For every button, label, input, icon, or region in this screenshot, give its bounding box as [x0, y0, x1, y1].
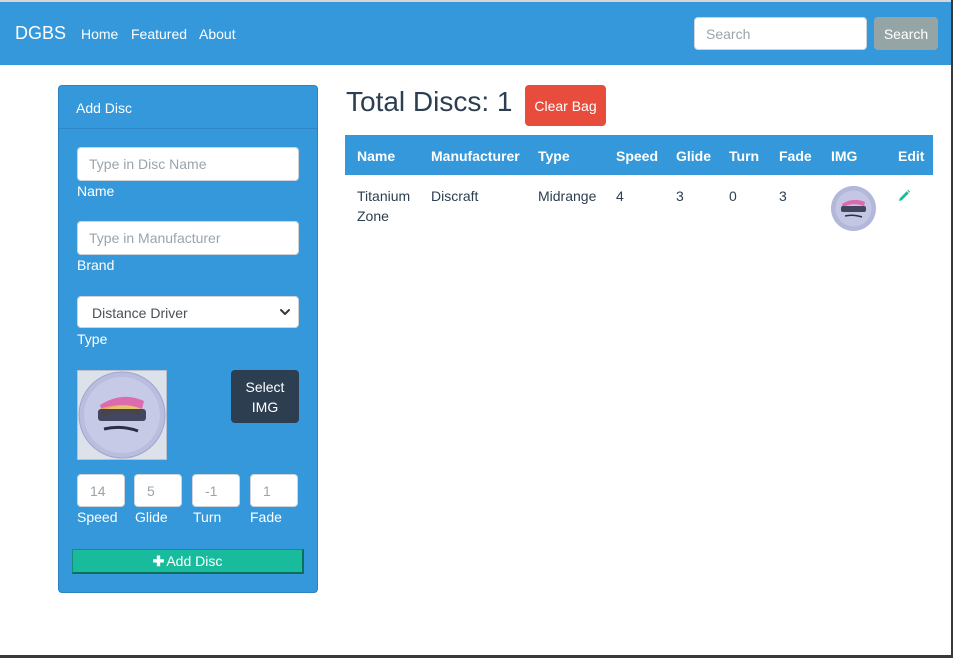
- cell-turn: 0: [729, 188, 737, 204]
- search-input[interactable]: [694, 17, 867, 50]
- cell-fade: 3: [779, 188, 787, 204]
- disc-image: [78, 371, 166, 459]
- turn-label: Turn: [193, 509, 222, 525]
- column-header-manufacturer: Manufacturer: [431, 148, 520, 164]
- pencil-icon[interactable]: [897, 189, 911, 203]
- nav-link-about[interactable]: About: [199, 26, 236, 42]
- search-button[interactable]: Search: [874, 17, 938, 50]
- disc-type-label: Type: [77, 331, 108, 347]
- nav-link-featured[interactable]: Featured: [131, 26, 187, 42]
- cell-manufacturer: Discraft: [431, 188, 479, 204]
- bag-table-header: Name Manufacturer Type Speed Glide Turn …: [345, 135, 933, 175]
- turn-input[interactable]: [192, 474, 240, 507]
- column-header-img: IMG: [831, 148, 858, 164]
- disc-preview-image: [77, 370, 167, 460]
- add-disc-panel: Add Disc Name Brand Distance Driver Type…: [58, 85, 318, 593]
- column-header-glide: Glide: [676, 148, 712, 164]
- cell-name-line1: Titanium: [357, 188, 411, 204]
- disc-name-label: Name: [77, 183, 115, 199]
- fade-input[interactable]: [250, 474, 298, 507]
- add-disc-panel-header: Add Disc: [59, 86, 317, 129]
- cell-speed: 4: [616, 188, 624, 204]
- fade-label: Fade: [250, 509, 282, 525]
- add-disc-button[interactable]: ✚ Add Disc: [72, 549, 304, 574]
- column-header-type: Type: [538, 148, 570, 164]
- disc-thumbnail-image: [831, 186, 876, 231]
- disc-type-selected-value: Distance Driver: [92, 305, 188, 321]
- speed-label: Speed: [77, 509, 118, 525]
- manufacturer-input[interactable]: [77, 221, 299, 255]
- column-header-fade: Fade: [779, 148, 812, 164]
- chevron-down-icon: [280, 309, 290, 315]
- cell-name-line2: Zone: [357, 208, 389, 224]
- plus-icon: ✚: [152, 553, 165, 569]
- nav-link-home[interactable]: Home: [81, 26, 118, 42]
- disc-thumbnail: [831, 186, 876, 231]
- column-header-turn: Turn: [729, 148, 760, 164]
- glide-label: Glide: [135, 509, 168, 525]
- add-disc-panel-title: Add Disc: [76, 100, 133, 116]
- clear-bag-button[interactable]: Clear Bag: [525, 85, 606, 126]
- glide-input[interactable]: [134, 474, 182, 507]
- brand-logo[interactable]: DGBS: [15, 23, 66, 44]
- column-header-edit: Edit: [898, 148, 925, 164]
- column-header-name: Name: [357, 148, 396, 164]
- manufacturer-label: Brand: [77, 257, 115, 273]
- select-image-button[interactable]: Select IMG: [231, 370, 299, 423]
- disc-name-input[interactable]: [77, 147, 299, 181]
- disc-type-select[interactable]: Distance Driver: [77, 296, 299, 328]
- navbar: DGBS Home Featured About Search: [0, 2, 951, 65]
- add-disc-button-label: Add Disc: [166, 553, 223, 569]
- cell-glide: 3: [676, 188, 684, 204]
- cell-type: Midrange: [538, 188, 597, 204]
- speed-input[interactable]: [77, 474, 125, 507]
- column-header-speed: Speed: [616, 148, 659, 164]
- total-discs-heading: Total Discs: 1: [346, 86, 513, 117]
